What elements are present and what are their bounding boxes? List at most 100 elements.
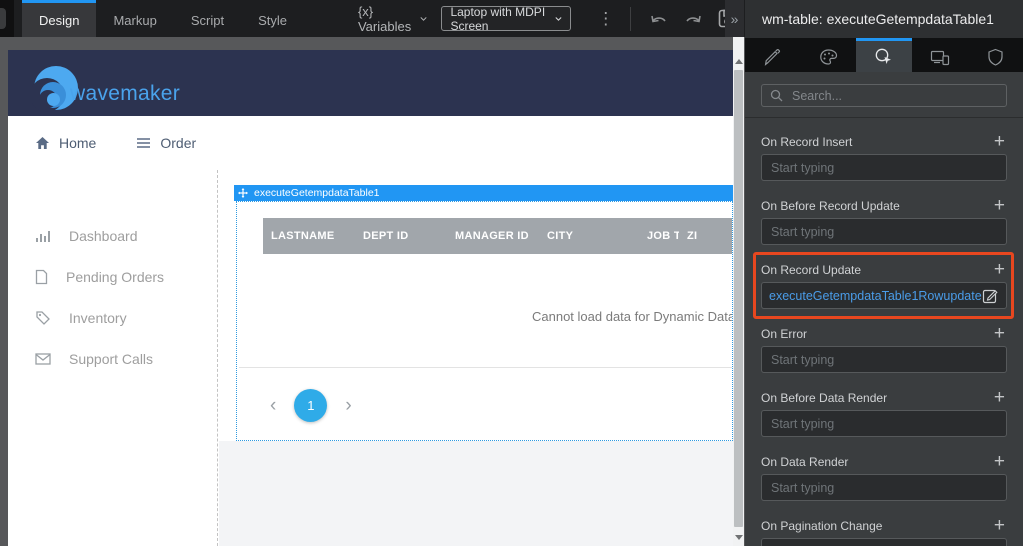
- nav-item-label: Order: [160, 135, 196, 151]
- event-action-link[interactable]: executeGetempdataTable1Rowupdate: [769, 289, 982, 303]
- event-action-value[interactable]: executeGetempdataTable1Rowupdate: [761, 282, 1007, 309]
- devices-icon: [930, 48, 950, 66]
- table-column-header[interactable]: MANAGER ID: [447, 230, 539, 242]
- redo-button[interactable]: [683, 10, 703, 28]
- panel-tab[interactable]: [967, 38, 1023, 72]
- left-nav-panel: Dashboard Pending Orders: [8, 170, 218, 546]
- scroll-down-arrow[interactable]: [733, 531, 744, 543]
- add-action-icon[interactable]: +: [992, 327, 1007, 341]
- nav-item[interactable]: Home: [35, 135, 96, 151]
- event-label: On Record Update: [761, 263, 861, 277]
- widget-selection-bar[interactable]: executeGetempdataTable1: [234, 185, 733, 201]
- event-header: On Before Data Render +: [761, 390, 1007, 406]
- events-cursor-icon: [874, 47, 893, 66]
- wavemaker-logo-text: wavemaker: [70, 82, 180, 106]
- sidebar-item[interactable]: Support Calls: [8, 338, 217, 379]
- pagination-current-page[interactable]: 1: [294, 389, 327, 422]
- event-action-input[interactable]: [761, 474, 1007, 501]
- add-action-icon[interactable]: +: [992, 135, 1007, 149]
- edit-action-button[interactable]: [982, 287, 999, 304]
- panel-tab[interactable]: [856, 38, 912, 72]
- table-column-header[interactable]: DEPT ID: [355, 230, 447, 242]
- shield-icon: [987, 48, 1004, 66]
- scrollbar-thumb[interactable]: [734, 70, 743, 527]
- event-section: On Record Update + executeGetempdataTabl…: [761, 262, 1007, 311]
- panel-divider: [745, 117, 1023, 118]
- add-action-icon[interactable]: +: [992, 199, 1007, 213]
- event-list: On Record Insert + On Before Record Upda…: [761, 134, 1007, 546]
- event-section: On Before Record Update +: [761, 198, 1007, 247]
- mode-tab-label: Markup: [113, 13, 156, 28]
- property-search[interactable]: [761, 84, 1007, 107]
- pagination-prev-icon[interactable]: ‹: [270, 396, 276, 415]
- sidebar-item-label: Support Calls: [69, 351, 153, 367]
- bar-chart-icon: [35, 229, 51, 243]
- tag-icon: [35, 310, 51, 326]
- add-action-icon[interactable]: +: [992, 455, 1007, 469]
- event-header: On Pagination Change +: [761, 518, 1007, 534]
- sidebar-item[interactable]: Inventory: [8, 297, 217, 338]
- page-content: executeGetempdataTable1 LASTNAME DEPT ID…: [219, 170, 733, 546]
- envelope-icon: [35, 353, 51, 365]
- left-panel-handle[interactable]: [0, 0, 14, 37]
- event-header: On Before Record Update +: [761, 198, 1007, 214]
- scroll-up-arrow[interactable]: [733, 55, 744, 67]
- canvas-scrollbar[interactable]: [733, 37, 744, 546]
- undo-button[interactable]: [649, 10, 669, 28]
- device-select-value: Laptop with MDPI Screen: [450, 5, 555, 33]
- chevron-down-icon: [420, 16, 427, 22]
- widget-name-label: executeGetempdataTable1: [254, 187, 380, 199]
- event-label: On Pagination Change: [761, 519, 882, 533]
- event-action-input[interactable]: [761, 538, 1007, 546]
- search-input[interactable]: [790, 88, 998, 104]
- event-label: On Record Insert: [761, 135, 852, 149]
- document-icon: [35, 269, 48, 285]
- list-icon: [136, 137, 151, 149]
- page-body: Dashboard Pending Orders: [8, 170, 733, 546]
- table-column-header[interactable]: ZI: [679, 230, 697, 242]
- event-header: On Record Insert +: [761, 134, 1007, 150]
- pagination-next-icon[interactable]: ›: [345, 396, 351, 415]
- wavemaker-logo: wavemaker: [32, 64, 180, 112]
- app-navbar: Home Order: [8, 116, 733, 170]
- studio-toolbar: Design Markup Script Style {x} Variables…: [0, 0, 745, 37]
- data-table-widget[interactable]: LASTNAME DEPT ID MANAGER ID CITY JOB TIT…: [236, 201, 733, 441]
- panel-tab[interactable]: [801, 38, 857, 72]
- mode-tab[interactable]: Design: [22, 0, 96, 37]
- nav-item[interactable]: Order: [136, 135, 196, 151]
- move-icon: [238, 188, 248, 198]
- event-header: On Data Render +: [761, 454, 1007, 470]
- add-action-icon[interactable]: +: [992, 391, 1007, 405]
- chevron-down-icon: [555, 16, 562, 22]
- panel-tab-strip: [745, 38, 1023, 72]
- sidebar-item[interactable]: Dashboard: [8, 215, 217, 256]
- mode-tab-label: Script: [191, 13, 224, 28]
- preview-page: wavemaker Home Order: [8, 50, 733, 546]
- device-select[interactable]: Laptop with MDPI Screen: [441, 6, 571, 31]
- nav-item-label: Home: [59, 135, 96, 151]
- event-action-input[interactable]: [761, 410, 1007, 437]
- add-action-icon[interactable]: +: [992, 519, 1007, 533]
- event-action-input[interactable]: [761, 154, 1007, 181]
- table-column-header[interactable]: CITY: [539, 230, 639, 242]
- home-icon: [35, 136, 50, 150]
- sidebar-item[interactable]: Pending Orders: [8, 256, 217, 297]
- event-action-input[interactable]: [761, 346, 1007, 373]
- more-options-icon[interactable]: ⋮: [593, 10, 618, 27]
- event-action-input[interactable]: [761, 218, 1007, 245]
- search-icon: [770, 89, 783, 102]
- mode-tabs: Design Markup Script Style: [22, 0, 304, 37]
- table-footer-divider: [239, 367, 732, 368]
- table-column-header[interactable]: LASTNAME: [263, 230, 355, 242]
- mode-tab[interactable]: Style: [241, 0, 304, 37]
- variables-button[interactable]: {x} Variables: [358, 0, 427, 37]
- add-action-icon[interactable]: +: [992, 263, 1007, 277]
- mode-tab[interactable]: Script: [174, 0, 241, 37]
- mode-tab[interactable]: Markup: [96, 0, 173, 37]
- panel-tab[interactable]: [745, 38, 801, 72]
- event-label: On Error: [761, 327, 807, 341]
- table-column-header[interactable]: JOB TITLE: [639, 230, 679, 242]
- collapse-panel-button[interactable]: »: [725, 0, 744, 37]
- mode-tab-label: Design: [39, 13, 79, 28]
- panel-tab[interactable]: [912, 38, 968, 72]
